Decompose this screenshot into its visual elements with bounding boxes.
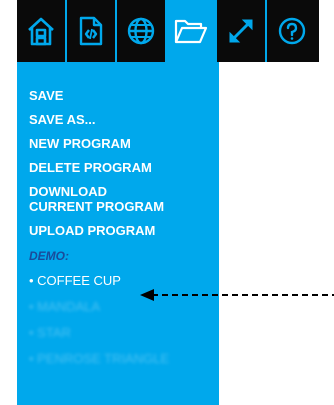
demo-item-star[interactable]: • STAR — [29, 325, 219, 340]
pointer-arrow — [140, 289, 334, 301]
folder-button[interactable] — [167, 0, 217, 62]
fullscreen-button[interactable] — [217, 0, 267, 62]
code-file-button[interactable] — [67, 0, 117, 62]
expand-arrows-icon — [229, 19, 253, 43]
menu-item-upload-program[interactable]: UPLOAD PROGRAM — [29, 223, 219, 238]
globe-icon — [127, 17, 155, 45]
toolbar — [17, 0, 319, 62]
globe-button[interactable] — [117, 0, 167, 62]
home-button[interactable] — [17, 0, 67, 62]
menu-item-new-program[interactable]: NEW PROGRAM — [29, 136, 219, 151]
home-icon — [28, 17, 54, 46]
folder-open-icon — [174, 19, 208, 44]
menu-item-delete-program[interactable]: DELETE PROGRAM — [29, 160, 219, 175]
help-button[interactable] — [267, 0, 317, 62]
demo-item-penrose-triangle[interactable]: • PENROSE TRIANGLE — [29, 351, 219, 366]
file-menu: SAVE SAVE AS... NEW PROGRAM DELETE PROGR… — [17, 62, 219, 405]
menu-item-save[interactable]: SAVE — [29, 88, 219, 103]
help-icon — [278, 17, 306, 45]
demo-section-header: DEMO: — [29, 249, 69, 263]
menu-item-save-as[interactable]: SAVE AS... — [29, 112, 219, 127]
code-file-icon — [79, 16, 103, 46]
menu-item-download-current-program[interactable]: DOWNLOAD CURRENT PROGRAM — [29, 184, 219, 214]
